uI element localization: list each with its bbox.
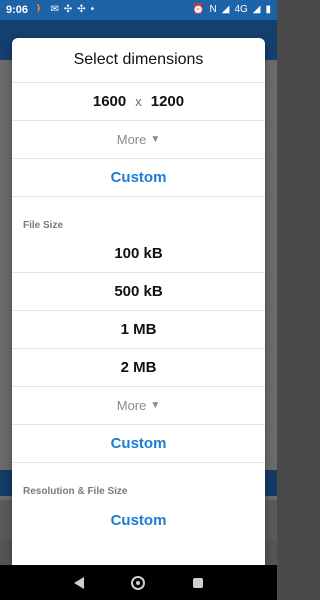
resolution-file-size-section-label: Resolution & File Size (23, 486, 128, 497)
battery-icon: ▮ (265, 4, 271, 15)
file-size-option-2mb[interactable]: 2 MB (12, 349, 265, 387)
more-label: More (116, 132, 147, 147)
sync-icon: ✣ (63, 4, 73, 15)
navigation-bar (0, 565, 277, 600)
dot-icon: • (90, 4, 95, 15)
file-size-option-1mb[interactable]: 1 MB (12, 311, 265, 349)
file-size-option-100kb[interactable]: 100 kB (12, 235, 265, 273)
signal-icon: ◢ (252, 4, 261, 15)
chevron-down-icon: ▼ (150, 134, 161, 145)
dimension-option-1600x1200[interactable]: 1600 x 1200 (12, 83, 265, 121)
wifi-icon: ◢ (221, 4, 230, 15)
custom-dimensions-button[interactable]: Custom (12, 159, 265, 197)
custom-resolution-file-size-button[interactable]: Custom (12, 501, 265, 539)
recent-apps-icon[interactable] (193, 577, 204, 588)
status-bar: 9:06 🚶 ✉ ✣ ✣ • ⏰ N ◢ 4G ◢ ▮ (0, 0, 277, 20)
chevron-down-icon: ▼ (150, 400, 161, 411)
mail-icon: ✉ (50, 4, 59, 15)
network-label: 4G (234, 4, 248, 15)
status-time: 9:06 (6, 4, 29, 16)
walking-icon: 🚶 (33, 4, 46, 15)
more-dimensions-button[interactable]: More ▼ (12, 121, 265, 159)
select-dimensions-dialog: Select dimensions 1600 x 1200 More ▼ Cus… (12, 38, 265, 573)
width-value: 1600 (92, 93, 127, 110)
sync-icon-2: ✣ (77, 4, 86, 15)
nfc-icon: N (209, 4, 217, 15)
home-icon[interactable] (131, 575, 146, 590)
dialog-title: Select dimensions (12, 38, 265, 83)
height-value: 1200 (150, 93, 185, 110)
file-size-option-500kb[interactable]: 500 kB (12, 273, 265, 311)
file-size-section-label: File Size (23, 220, 64, 231)
times-sign: x (135, 94, 142, 109)
more-file-sizes-button[interactable]: More ▼ (12, 387, 265, 425)
custom-file-size-button[interactable]: Custom (12, 425, 265, 463)
alarm-icon: ⏰ (192, 4, 205, 15)
more-label-2: More (116, 398, 147, 413)
back-icon[interactable] (73, 576, 84, 589)
